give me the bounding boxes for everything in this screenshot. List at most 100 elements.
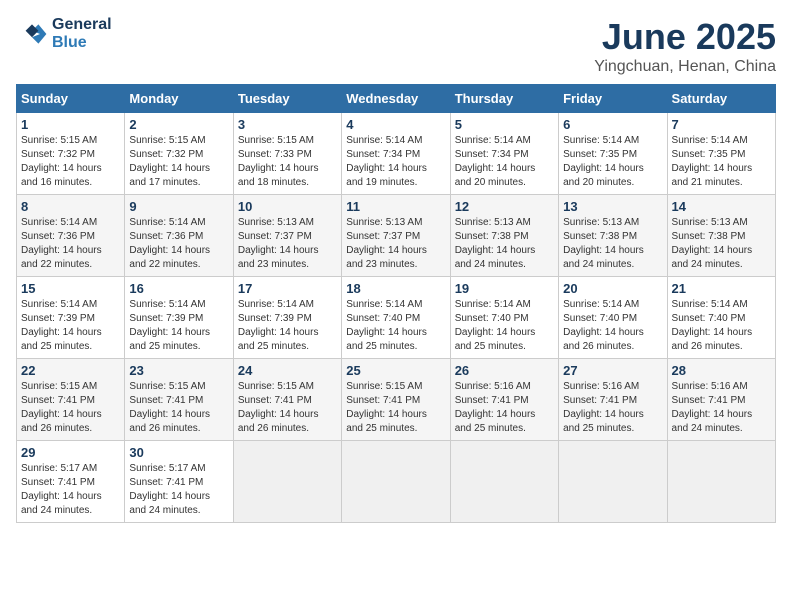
calendar-cell: 10Sunrise: 5:13 AM Sunset: 7:37 PM Dayli… <box>233 195 341 277</box>
calendar-cell: 8Sunrise: 5:14 AM Sunset: 7:36 PM Daylig… <box>17 195 125 277</box>
calendar-cell: 3Sunrise: 5:15 AM Sunset: 7:33 PM Daylig… <box>233 113 341 195</box>
day-number: 16 <box>129 281 228 296</box>
day-info: Sunrise: 5:14 AM Sunset: 7:36 PM Dayligh… <box>21 216 120 272</box>
day-of-week-sunday: Sunday <box>17 85 125 113</box>
calendar-table: SundayMondayTuesdayWednesdayThursdayFrid… <box>16 84 776 523</box>
calendar-cell: 28 Sunrise: 5:16 AM Sunset: 7:41 PM Dayli… <box>667 359 775 441</box>
calendar-cell: 30 Sunrise: 5:17 AM Sunset: 7:41 PM Dayli… <box>125 441 233 523</box>
day-info: Sunrise: 5:14 AM Sunset: 7:35 PM Dayligh… <box>672 134 771 190</box>
logo-text: General Blue <box>52 16 112 52</box>
calendar-title: June 2025 <box>594 16 776 58</box>
day-info: Sunrise: 5:13 AM Sunset: 7:37 PM Dayligh… <box>238 216 337 272</box>
day-number: 26 <box>455 363 554 378</box>
calendar-cell: 21Sunrise: 5:14 AM Sunset: 7:40 PM Dayli… <box>667 277 775 359</box>
day-number: 15 <box>21 281 120 296</box>
day-number: 1 <box>21 117 120 132</box>
day-info: Sunrise: 5:15 AM Sunset: 7:41 PM Dayligh… <box>238 380 337 436</box>
calendar-header-row: SundayMondayTuesdayWednesdayThursdayFrid… <box>17 85 776 113</box>
day-number: 29 <box>21 445 120 460</box>
calendar-cell: 4Sunrise: 5:14 AM Sunset: 7:34 PM Daylig… <box>342 113 450 195</box>
day-number: 2 <box>129 117 228 132</box>
day-info: Sunrise: 5:14 AM Sunset: 7:40 PM Dayligh… <box>672 298 771 354</box>
day-of-week-friday: Friday <box>559 85 667 113</box>
day-info: Sunrise: 5:14 AM Sunset: 7:39 PM Dayligh… <box>238 298 337 354</box>
day-number: 4 <box>346 117 445 132</box>
day-of-week-saturday: Saturday <box>667 85 775 113</box>
day-number: 9 <box>129 199 228 214</box>
day-info: Sunrise: 5:14 AM Sunset: 7:34 PM Dayligh… <box>455 134 554 190</box>
day-info: Sunrise: 5:15 AM Sunset: 7:32 PM Dayligh… <box>21 134 120 190</box>
calendar-cell: 17 Sunrise: 5:14 AM Sunset: 7:39 PM Dayli… <box>233 277 341 359</box>
calendar-cell: 13Sunrise: 5:13 AM Sunset: 7:38 PM Dayli… <box>559 195 667 277</box>
day-of-week-thursday: Thursday <box>450 85 558 113</box>
day-number: 19 <box>455 281 554 296</box>
calendar-cell: 16 Sunrise: 5:14 AM Sunset: 7:39 PM Dayli… <box>125 277 233 359</box>
day-number: 12 <box>455 199 554 214</box>
day-info: Sunrise: 5:14 AM Sunset: 7:40 PM Dayligh… <box>346 298 445 354</box>
day-info: Sunrise: 5:14 AM Sunset: 7:40 PM Dayligh… <box>455 298 554 354</box>
calendar-cell: 27 Sunrise: 5:16 AM Sunset: 7:41 PM Dayli… <box>559 359 667 441</box>
calendar-subtitle: Yingchuan, Henan, China <box>594 58 776 76</box>
calendar-cell: 5Sunrise: 5:14 AM Sunset: 7:34 PM Daylig… <box>450 113 558 195</box>
calendar-row: 8Sunrise: 5:14 AM Sunset: 7:36 PM Daylig… <box>17 195 776 277</box>
day-number: 14 <box>672 199 771 214</box>
day-info: Sunrise: 5:14 AM Sunset: 7:39 PM Dayligh… <box>21 298 120 354</box>
day-info: Sunrise: 5:17 AM Sunset: 7:41 PM Dayligh… <box>21 462 120 518</box>
day-number: 13 <box>563 199 662 214</box>
day-info: Sunrise: 5:14 AM Sunset: 7:36 PM Dayligh… <box>129 216 228 272</box>
day-info: Sunrise: 5:14 AM Sunset: 7:40 PM Dayligh… <box>563 298 662 354</box>
calendar-cell: 29 Sunrise: 5:17 AM Sunset: 7:41 PM Dayli… <box>17 441 125 523</box>
day-info: Sunrise: 5:16 AM Sunset: 7:41 PM Dayligh… <box>563 380 662 436</box>
day-number: 3 <box>238 117 337 132</box>
day-number: 18 <box>346 281 445 296</box>
calendar-row: 29 Sunrise: 5:17 AM Sunset: 7:41 PM Dayli… <box>17 441 776 523</box>
day-number: 7 <box>672 117 771 132</box>
day-number: 17 <box>238 281 337 296</box>
logo: General Blue <box>16 16 112 52</box>
logo-icon <box>16 18 48 50</box>
day-number: 24 <box>238 363 337 378</box>
day-number: 27 <box>563 363 662 378</box>
day-of-week-monday: Monday <box>125 85 233 113</box>
calendar-cell: 25 Sunrise: 5:15 AM Sunset: 7:41 PM Dayli… <box>342 359 450 441</box>
day-number: 30 <box>129 445 228 460</box>
day-number: 28 <box>672 363 771 378</box>
title-area: June 2025 Yingchuan, Henan, China <box>594 16 776 76</box>
day-info: Sunrise: 5:15 AM Sunset: 7:41 PM Dayligh… <box>346 380 445 436</box>
calendar-cell: 20Sunrise: 5:14 AM Sunset: 7:40 PM Dayli… <box>559 277 667 359</box>
day-info: Sunrise: 5:13 AM Sunset: 7:38 PM Dayligh… <box>672 216 771 272</box>
calendar-cell <box>667 441 775 523</box>
calendar-cell: 14 Sunrise: 5:13 AM Sunset: 7:38 PM Dayli… <box>667 195 775 277</box>
calendar-cell: 15 Sunrise: 5:14 AM Sunset: 7:39 PM Dayli… <box>17 277 125 359</box>
calendar-cell: 2 Sunrise: 5:15 AM Sunset: 7:32 PM Daylig… <box>125 113 233 195</box>
day-number: 22 <box>21 363 120 378</box>
calendar-cell <box>342 441 450 523</box>
day-info: Sunrise: 5:13 AM Sunset: 7:38 PM Dayligh… <box>455 216 554 272</box>
calendar-row: 22 Sunrise: 5:15 AM Sunset: 7:41 PM Dayli… <box>17 359 776 441</box>
day-info: Sunrise: 5:15 AM Sunset: 7:32 PM Dayligh… <box>129 134 228 190</box>
day-info: Sunrise: 5:13 AM Sunset: 7:37 PM Dayligh… <box>346 216 445 272</box>
calendar-cell: 24 Sunrise: 5:15 AM Sunset: 7:41 PM Dayli… <box>233 359 341 441</box>
day-of-week-tuesday: Tuesday <box>233 85 341 113</box>
calendar-cell <box>450 441 558 523</box>
day-info: Sunrise: 5:15 AM Sunset: 7:41 PM Dayligh… <box>129 380 228 436</box>
page-header: General Blue June 2025 Yingchuan, Henan,… <box>16 16 776 76</box>
calendar-cell <box>559 441 667 523</box>
day-number: 23 <box>129 363 228 378</box>
day-info: Sunrise: 5:14 AM Sunset: 7:35 PM Dayligh… <box>563 134 662 190</box>
calendar-cell: 9 Sunrise: 5:14 AM Sunset: 7:36 PM Daylig… <box>125 195 233 277</box>
day-info: Sunrise: 5:14 AM Sunset: 7:39 PM Dayligh… <box>129 298 228 354</box>
calendar-cell: 22Sunrise: 5:15 AM Sunset: 7:41 PM Dayli… <box>17 359 125 441</box>
day-number: 6 <box>563 117 662 132</box>
day-info: Sunrise: 5:16 AM Sunset: 7:41 PM Dayligh… <box>455 380 554 436</box>
calendar-cell: 23 Sunrise: 5:15 AM Sunset: 7:41 PM Dayli… <box>125 359 233 441</box>
calendar-cell: 18 Sunrise: 5:14 AM Sunset: 7:40 PM Dayli… <box>342 277 450 359</box>
calendar-row: 1 Sunrise: 5:15 AM Sunset: 7:32 PM Daylig… <box>17 113 776 195</box>
day-of-week-wednesday: Wednesday <box>342 85 450 113</box>
calendar-cell: 19 Sunrise: 5:14 AM Sunset: 7:40 PM Dayli… <box>450 277 558 359</box>
calendar-cell: 7 Sunrise: 5:14 AM Sunset: 7:35 PM Daylig… <box>667 113 775 195</box>
day-info: Sunrise: 5:16 AM Sunset: 7:41 PM Dayligh… <box>672 380 771 436</box>
day-number: 25 <box>346 363 445 378</box>
calendar-cell: 1 Sunrise: 5:15 AM Sunset: 7:32 PM Daylig… <box>17 113 125 195</box>
day-info: Sunrise: 5:17 AM Sunset: 7:41 PM Dayligh… <box>129 462 228 518</box>
